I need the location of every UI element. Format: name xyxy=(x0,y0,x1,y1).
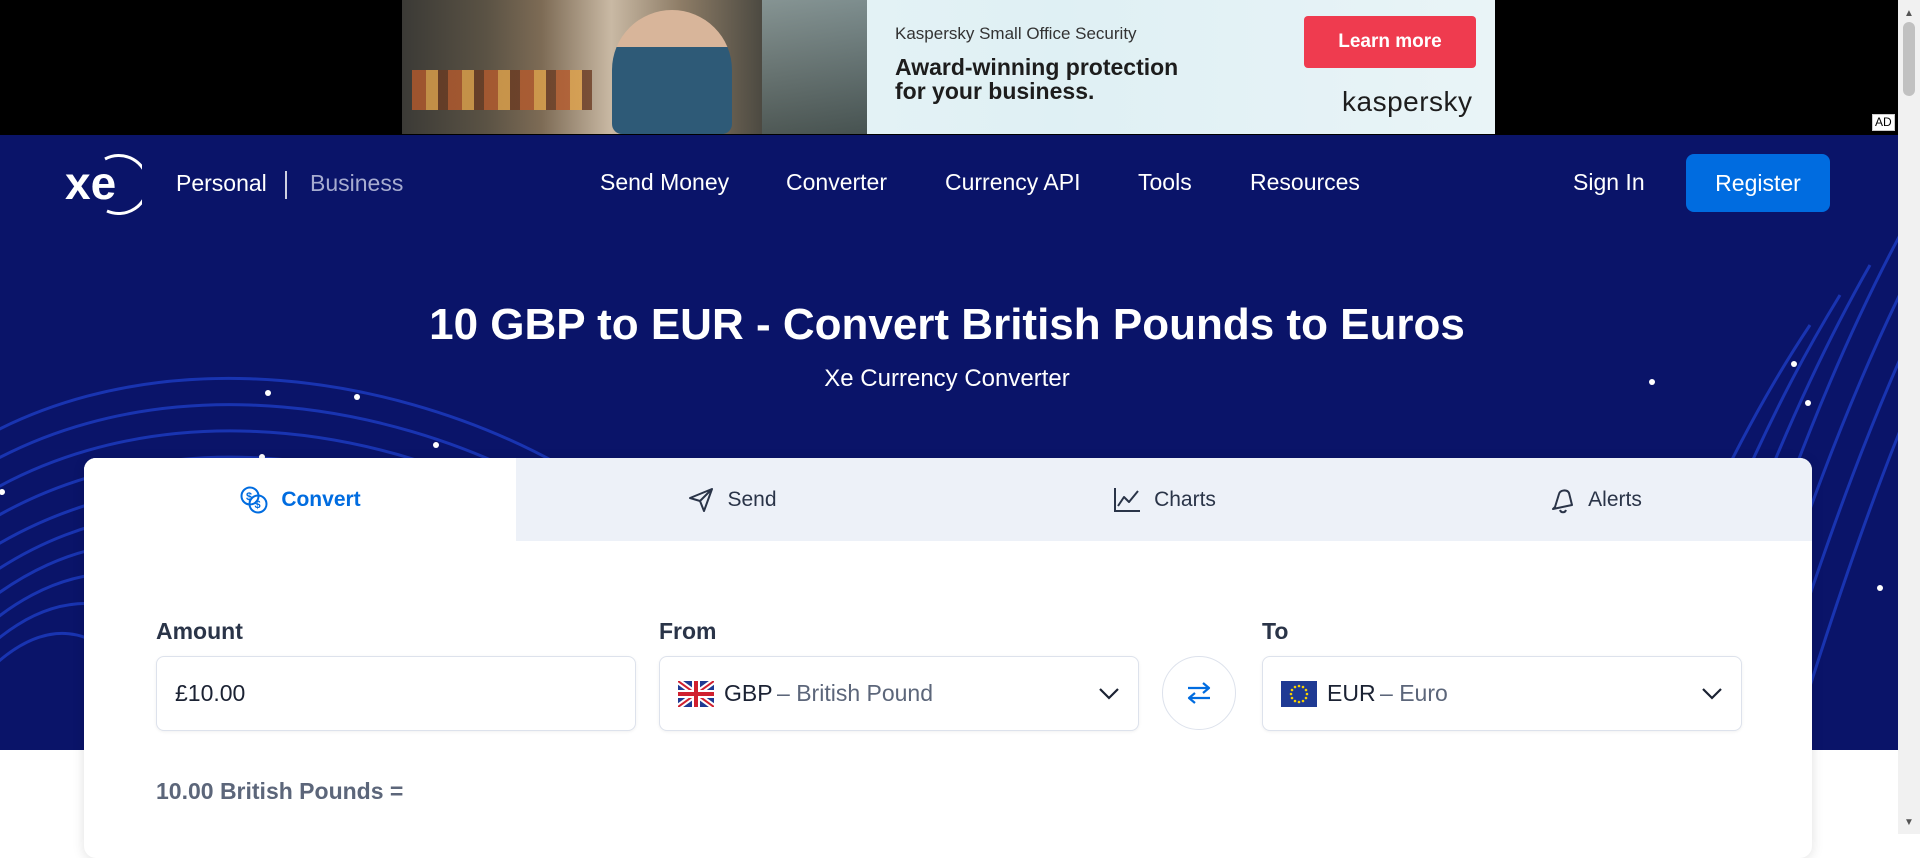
nav-converter[interactable]: Converter xyxy=(786,169,887,196)
nav-currency-api[interactable]: Currency API xyxy=(945,169,1081,196)
nav-resources[interactable]: Resources xyxy=(1250,169,1360,196)
bell-icon xyxy=(1552,489,1574,513)
swap-arrows-icon xyxy=(1187,682,1211,704)
page-subtitle: Xe Currency Converter xyxy=(824,365,1070,392)
ad-photo xyxy=(402,0,867,134)
tab-send-label: Send xyxy=(727,487,777,511)
page-scrollbar[interactable]: ▲ ▼ xyxy=(1898,0,1920,834)
tab-convert-label: Convert xyxy=(281,487,361,511)
ad-headline: Award-winning protection for your busine… xyxy=(895,55,1235,103)
uk-flag-icon xyxy=(678,680,714,707)
from-currency-name: – British Pound xyxy=(777,680,934,706)
register-button[interactable]: Register xyxy=(1686,154,1830,212)
tab-alerts-label: Alerts xyxy=(1588,487,1642,511)
line-chart-icon xyxy=(1114,487,1141,512)
from-label: From xyxy=(659,618,717,644)
sign-in-link[interactable]: Sign In xyxy=(1573,169,1645,196)
chevron-down-icon xyxy=(1099,688,1119,700)
ad-brand-logo: kaspersky xyxy=(1342,86,1473,117)
chevron-down-icon xyxy=(1702,688,1722,700)
nav-divider xyxy=(285,171,287,199)
tab-charts-label: Charts xyxy=(1154,487,1216,511)
to-currency-select[interactable]: EUR – Euro xyxy=(1262,656,1742,731)
ad-label: AD xyxy=(1872,114,1895,131)
ad-small-text: Kaspersky Small Office Security xyxy=(895,24,1137,43)
nav-business[interactable]: Business xyxy=(310,170,403,197)
ad-strip: Kaspersky Small Office Security Award-wi… xyxy=(0,0,1920,135)
nav-send-money[interactable]: Send Money xyxy=(600,169,729,196)
svg-text:$: $ xyxy=(255,499,261,511)
amount-field[interactable] xyxy=(156,656,636,731)
svg-text:xe: xe xyxy=(65,157,116,209)
swap-currencies-button[interactable] xyxy=(1162,656,1236,730)
paper-plane-icon xyxy=(689,487,714,512)
to-currency-name: – Euro xyxy=(1380,680,1448,706)
tab-send[interactable]: Send xyxy=(516,458,948,541)
scroll-down-arrow-icon[interactable]: ▼ xyxy=(1904,817,1914,828)
conversion-result-text: 10.00 British Pounds = xyxy=(156,778,404,804)
tab-alerts[interactable]: Alerts xyxy=(1380,458,1812,541)
to-currency-code: EUR xyxy=(1327,680,1376,706)
currency-exchange-icon: $ $ xyxy=(240,486,268,513)
converter-card: $ $ Convert Send Charts Alerts Amount £1… xyxy=(84,458,1812,858)
to-label: To xyxy=(1262,618,1289,644)
tab-charts[interactable]: Charts xyxy=(948,458,1380,541)
xe-logo[interactable]: xe xyxy=(65,153,142,215)
ad-headline-line2: for your business. xyxy=(895,78,1095,104)
svg-text:$: $ xyxy=(246,491,252,503)
amount-label: Amount xyxy=(156,618,243,644)
ad-person-image xyxy=(612,10,732,134)
scroll-up-arrow-icon[interactable]: ▲ xyxy=(1904,8,1914,19)
amount-input[interactable] xyxy=(157,679,617,708)
ad-learn-more-button[interactable]: Learn more xyxy=(1304,16,1476,68)
page-title: 10 GBP to EUR - Convert British Pounds t… xyxy=(429,300,1465,349)
from-currency-code: GBP xyxy=(724,680,773,706)
nav-personal[interactable]: Personal xyxy=(176,170,267,197)
nav-tools[interactable]: Tools xyxy=(1138,169,1192,196)
eu-flag-icon xyxy=(1281,680,1317,707)
ad-banner[interactable]: Kaspersky Small Office Security Award-wi… xyxy=(402,0,1495,134)
converter-tabs: $ $ Convert Send Charts Alerts xyxy=(84,458,1812,541)
scrollbar-thumb[interactable] xyxy=(1903,22,1915,96)
from-currency-select[interactable]: GBP – British Pound xyxy=(659,656,1139,731)
ad-headline-line1: Award-winning protection xyxy=(895,54,1179,80)
tab-convert[interactable]: $ $ Convert xyxy=(84,458,516,541)
